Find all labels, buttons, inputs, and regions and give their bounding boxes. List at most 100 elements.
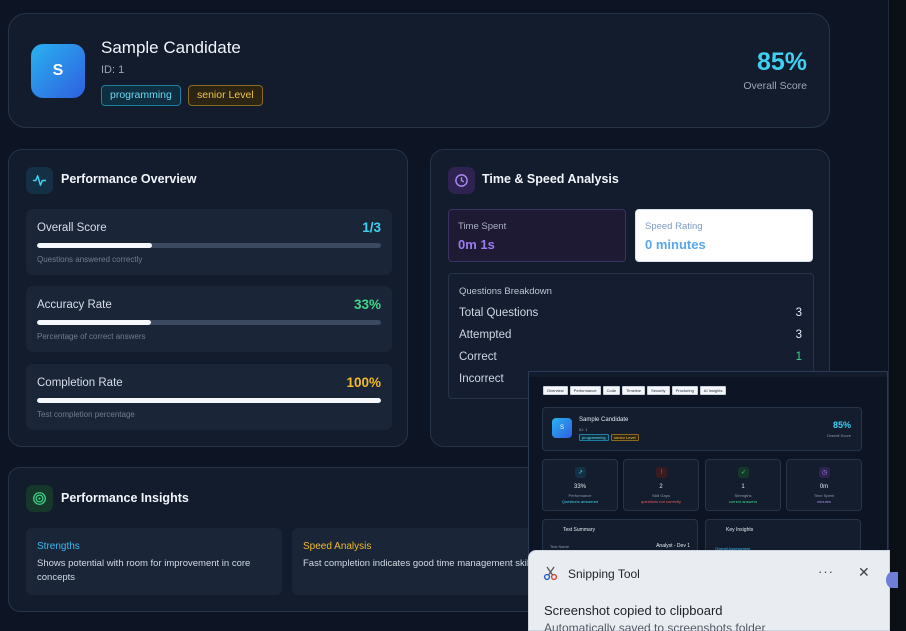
notification-subtext: Automatically saved to screenshots folde…	[544, 621, 766, 631]
preview-stat: ✓ 1 Strengths correct answers	[705, 459, 781, 511]
preview-header-card: S Sample Candidate ID: 1 programming sen…	[542, 407, 862, 451]
row-label: Incorrect	[459, 373, 504, 385]
metric-completion-rate: Completion Rate 100% Test completion per…	[26, 364, 392, 430]
preview-stat: ↗ 33% Performance Questions answered	[542, 459, 618, 511]
preview-score-label: Overall Score	[826, 433, 851, 438]
preview-key-insights-title: Key Insights	[726, 527, 754, 533]
insight-title: Speed Analysis	[303, 541, 372, 552]
time-spent-value: 0m 1s	[458, 237, 495, 252]
preview-tag: senior Level	[611, 434, 639, 441]
preview-top-strip	[529, 372, 887, 377]
metric-label: Accuracy Rate	[37, 299, 112, 311]
candidate-header-card: S Sample Candidate ID: 1 programming sen…	[8, 13, 830, 128]
notification-app-name: Snipping Tool	[568, 567, 640, 581]
preview-stat-sub: minutes	[816, 499, 831, 504]
metric-value: 33%	[353, 297, 381, 312]
preview-test-summary-title: Test Summary	[563, 527, 595, 533]
progress-fill	[37, 398, 381, 403]
warning-icon: !	[656, 467, 667, 478]
tag-level: senior Level	[188, 85, 263, 106]
metric-value: 1/3	[362, 220, 381, 235]
preview-tab: Performance	[569, 386, 601, 395]
row-label: Total Questions	[459, 307, 539, 319]
insight-speed-analysis: Speed Analysis Fast completion indicates…	[292, 528, 548, 595]
preview-name: Sample Candidate	[579, 417, 629, 423]
preview-tab: Security	[647, 386, 670, 395]
metric-value: 100%	[346, 375, 381, 390]
avatar: S	[31, 44, 85, 98]
speed-rating-label: Speed Rating	[645, 221, 703, 232]
metric-overall-score: Overall Score 1/3 Questions answered cor…	[26, 209, 392, 275]
progress-bar	[37, 243, 381, 248]
preview-tab: Code	[602, 386, 621, 395]
scissors-icon	[543, 566, 558, 581]
preview-stat-value: 1	[741, 484, 745, 490]
preview-tag: programming	[579, 434, 609, 441]
breakdown-row: Attempted 3	[459, 329, 802, 341]
preview-stat-sub: Questions answered	[561, 499, 599, 504]
clock-icon	[448, 167, 475, 194]
row-value: 3	[795, 307, 802, 319]
snipping-tool-notification[interactable]: Snipping Tool ··· ✕ Screenshot copied to…	[528, 550, 890, 631]
metric-accuracy-rate: Accuracy Rate 33% Percentage of correct …	[26, 286, 392, 352]
metric-hint: Test completion percentage	[37, 410, 135, 419]
pulse-icon	[26, 167, 53, 194]
preview-test-name-label: Test Name	[550, 544, 570, 549]
row-value: 3	[795, 329, 802, 341]
preview-stat-value: 2	[659, 484, 663, 490]
progress-bar	[37, 398, 381, 403]
preview-avatar: S	[552, 418, 572, 438]
progress-bar	[37, 320, 381, 325]
insight-strengths: Strengths Shows potential with room for …	[26, 528, 282, 595]
preview-test-name-value: Analyst - Dev 1	[656, 543, 690, 549]
metric-label: Overall Score	[37, 222, 107, 234]
breakdown-row: Total Questions 3	[459, 307, 802, 319]
preview-stat-sub: questions not correctly	[640, 499, 682, 504]
screenshot-preview[interactable]: Overview Performance Code Timeline Secur…	[528, 371, 888, 571]
preview-stat-sub: correct answers	[728, 499, 758, 504]
preview-tab: Proctoring	[671, 386, 698, 395]
metric-hint: Questions answered correctly	[37, 255, 143, 264]
progress-fill	[37, 320, 151, 325]
overall-score-value: 85%	[756, 48, 807, 76]
preview-id: ID: 1	[579, 427, 588, 432]
window-edge	[888, 0, 906, 631]
speed-rating-value: 0 minutes	[645, 237, 706, 252]
time-spent-box: Time Spent 0m 1s	[448, 209, 626, 262]
breakdown-title: Questions Breakdown	[459, 286, 552, 297]
preview-tab: AI Insights	[699, 386, 727, 395]
preview-stat-value: 33%	[573, 484, 586, 490]
side-panel-handle[interactable]	[886, 572, 898, 588]
trend-icon: ↗	[575, 467, 586, 478]
preview-score: 85%	[832, 420, 851, 430]
performance-overview-card: Performance Overview Overall Score 1/3 Q…	[8, 149, 408, 447]
insight-title: Strengths	[37, 541, 80, 552]
section-title: Performance Overview	[61, 172, 197, 186]
preview-tab: Timeline	[622, 386, 646, 395]
time-spent-label: Time Spent	[458, 221, 507, 232]
preview-stat-label: Strengths	[734, 493, 752, 498]
preview-tab: Overview	[543, 386, 568, 395]
insight-body: Shows potential with room for improvemen…	[37, 558, 251, 583]
clock-icon: ◷	[819, 467, 830, 478]
preview-stat: ! 2 Skill Gaps questions not correctly	[623, 459, 699, 511]
preview-stat: ◷ 0m Time Spent minutes	[786, 459, 862, 511]
candidate-id: ID: 1	[101, 64, 125, 76]
row-value: 1	[795, 351, 802, 363]
candidate-name: Sample Candidate	[101, 38, 241, 57]
row-label: Correct	[459, 351, 497, 363]
section-title: Time & Speed Analysis	[482, 172, 619, 186]
metric-hint: Percentage of correct answers	[37, 332, 146, 341]
more-options-button[interactable]: ···	[818, 564, 834, 579]
insight-body: Fast completion indicates good time mana…	[303, 558, 536, 569]
section-title: Performance Insights	[61, 491, 189, 505]
check-icon: ✓	[738, 467, 749, 478]
progress-fill	[37, 243, 152, 248]
notification-message: Screenshot copied to clipboard	[544, 603, 723, 618]
close-notification-button[interactable]: ✕	[858, 564, 870, 581]
preview-stat-label: Performance	[568, 493, 592, 498]
metric-label: Completion Rate	[37, 377, 123, 389]
preview-stat-label: Skill Gaps	[651, 493, 670, 498]
overall-score-label: Overall Score	[743, 80, 807, 92]
preview-stat-label: Time Spent	[813, 493, 835, 498]
